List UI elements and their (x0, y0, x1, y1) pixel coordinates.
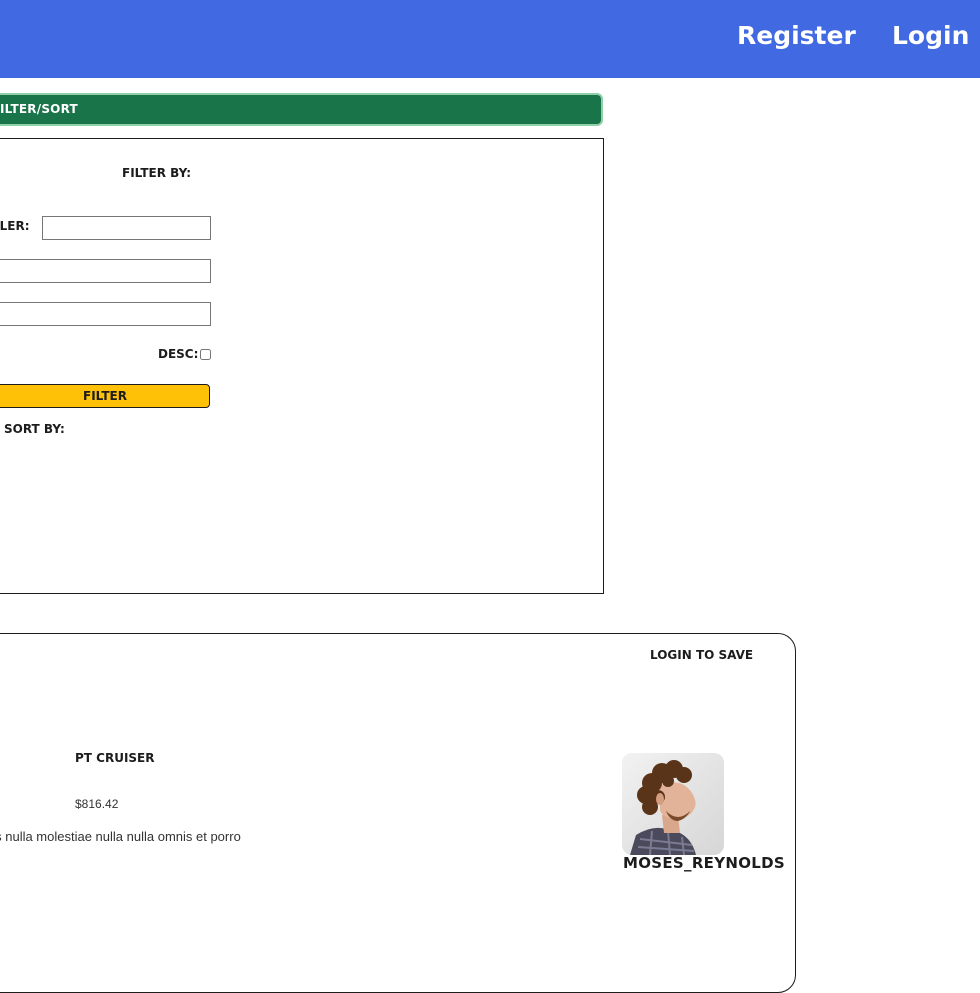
seller-avatar-photo-icon (622, 753, 724, 855)
login-to-save-link[interactable]: Login To Save (650, 648, 753, 662)
filter-button[interactable]: Filter (0, 384, 210, 408)
filter-by-heading: Filter By: (122, 166, 192, 180)
desc-checkbox[interactable] (200, 349, 211, 360)
desc-label: Desc: (158, 347, 199, 361)
filter-sort-title: ilter/Sort (0, 102, 78, 116)
filter-sort-toggle[interactable]: ilter/Sort (0, 93, 603, 126)
filter-button-label: Filter (83, 389, 127, 403)
navbar: Register Login (0, 0, 980, 78)
product-name[interactable]: PT Cruiser (75, 751, 155, 765)
seller-name[interactable]: moses_reynolds (623, 854, 785, 872)
login-link[interactable]: Login (892, 18, 969, 54)
sort-by-heading: Sort By: (4, 422, 65, 436)
register-link[interactable]: Register (737, 18, 856, 54)
product-price: $816.42 (75, 797, 119, 811)
seller-avatar[interactable] (622, 753, 724, 855)
seller-label: ller: (0, 219, 30, 233)
seller-input[interactable] (42, 216, 211, 240)
filter-field-3-input[interactable] (0, 302, 211, 326)
product-description: nis nulla molestiae nulla nulla omnis et… (0, 829, 241, 844)
filter-field-2-input[interactable] (0, 259, 211, 283)
filter-panel (0, 138, 604, 594)
